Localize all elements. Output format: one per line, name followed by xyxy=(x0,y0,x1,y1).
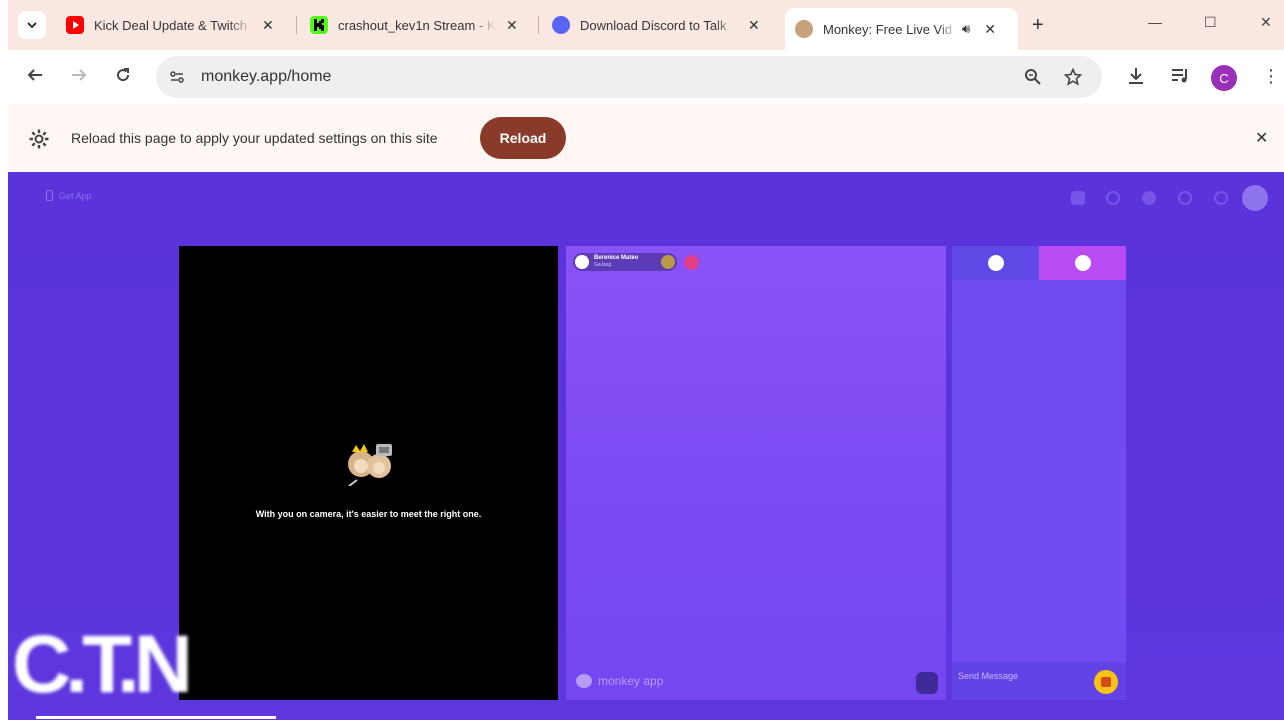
zoom-icon[interactable] xyxy=(1024,68,1042,91)
toolbar: monkey.app/home C ⋮ xyxy=(0,50,1284,104)
gift-icon xyxy=(1101,677,1111,687)
close-icon[interactable]: ✕ xyxy=(984,21,996,38)
chat-input-bar xyxy=(952,662,1126,700)
youtube-icon xyxy=(66,16,84,34)
left-edge-strip xyxy=(0,0,8,720)
chat-tab-icon xyxy=(1074,255,1091,271)
stranger-video-panel: Berenice Mateo Ga.laxg monkey app xyxy=(566,246,946,700)
search-icon[interactable] xyxy=(1106,191,1120,205)
reload-button[interactable] xyxy=(114,66,132,89)
minimize-icon[interactable]: — xyxy=(1148,14,1162,30)
brand-label: monkey app xyxy=(598,674,664,688)
shop-icon[interactable] xyxy=(1071,191,1085,205)
close-icon[interactable]: ✕ xyxy=(748,17,760,34)
tab-divider xyxy=(296,16,297,34)
tab-kick[interactable]: crashout_kev1n Stream - K ✕ xyxy=(310,8,518,42)
tab-chat-primary[interactable] xyxy=(952,246,1039,280)
more-menu-icon[interactable]: ⋮ xyxy=(1262,66,1280,87)
infobar-message: Reload this page to apply your updated s… xyxy=(71,130,438,146)
send-message-input[interactable] xyxy=(958,668,1088,684)
speaker-icon[interactable]: 🔊︎ xyxy=(962,21,970,37)
close-icon[interactable]: ✕ xyxy=(1255,128,1268,148)
close-icon[interactable]: ✕ xyxy=(262,17,274,34)
close-icon[interactable]: ✕ xyxy=(506,17,518,34)
self-camera-panel: With you on camera, it's easier to meet … xyxy=(179,246,558,700)
watermark-text: C.T.N xyxy=(12,619,193,710)
gift-button[interactable] xyxy=(1094,670,1118,694)
tab-chat-secondary[interactable] xyxy=(1039,246,1126,280)
user-avatar[interactable] xyxy=(1242,185,1268,211)
tab-title: Kick Deal Update & Twitch xyxy=(94,17,247,33)
window-close-icon[interactable]: ✕ xyxy=(1260,14,1272,31)
maximize-icon[interactable]: ☐ xyxy=(1204,14,1217,31)
tab-monkey[interactable]: Monkey: Free Live Vid 🔊︎ ✕ xyxy=(785,8,1018,50)
forward-button[interactable] xyxy=(70,66,88,89)
panel-action-button[interactable] xyxy=(916,672,938,694)
bookmark-star-icon[interactable] xyxy=(1063,67,1083,91)
downloads-icon[interactable] xyxy=(1126,66,1146,91)
tab-discord[interactable]: Download Discord to Talk ✕ xyxy=(552,8,760,42)
tab-title: Download Discord to Talk xyxy=(580,17,727,33)
bottom-progress-line xyxy=(36,716,276,719)
monkey-camera-illustration xyxy=(348,444,392,486)
kick-icon xyxy=(310,16,328,34)
chat-tabs xyxy=(952,246,1126,280)
url-text: monkey.app/home xyxy=(201,68,332,85)
new-tab-button[interactable]: + xyxy=(1032,14,1044,37)
refresh-icon xyxy=(117,68,130,82)
report-icon[interactable] xyxy=(684,255,699,270)
site-settings-icon[interactable] xyxy=(168,68,186,91)
heart-icon[interactable] xyxy=(661,255,675,269)
monkey-app-logo: monkey app xyxy=(576,674,663,688)
get-app-link[interactable]: Get App xyxy=(46,190,92,201)
stranger-status: Ga.laxg xyxy=(594,262,612,268)
profile-avatar[interactable]: C xyxy=(1211,65,1237,91)
stranger-avatar xyxy=(575,255,589,269)
get-app-label: Get App xyxy=(59,190,92,201)
tab-bar: Kick Deal Update & Twitch ✕ crashout_kev… xyxy=(0,0,1284,50)
monkey-logo-icon xyxy=(576,674,592,688)
tab-title: Monkey: Free Live Vid xyxy=(823,21,953,37)
stranger-name: Berenice Mateo xyxy=(594,255,639,261)
camera-message: With you on camera, it's easier to meet … xyxy=(255,509,482,519)
chevron-down-icon xyxy=(27,22,37,29)
chat-tab-icon xyxy=(987,255,1004,271)
history-icon[interactable] xyxy=(1178,191,1192,205)
tab-search-button[interactable] xyxy=(18,11,46,39)
reload-page-button[interactable]: Reload xyxy=(480,117,566,159)
chat-panel xyxy=(952,246,1126,700)
monkey-icon xyxy=(795,20,813,38)
back-arrow-icon xyxy=(27,69,42,81)
back-button[interactable] xyxy=(26,66,44,89)
forward-arrow-icon xyxy=(72,69,87,81)
address-bar[interactable]: monkey.app/home xyxy=(156,56,1102,98)
stranger-user-chip[interactable]: Berenice Mateo Ga.laxg xyxy=(573,253,677,271)
tab-youtube[interactable]: Kick Deal Update & Twitch ✕ xyxy=(66,8,274,42)
discord-icon xyxy=(552,16,570,34)
settings-icon[interactable] xyxy=(1214,191,1228,205)
tab-divider xyxy=(538,16,539,34)
phone-icon xyxy=(46,190,53,201)
reload-infobar: Reload this page to apply your updated s… xyxy=(0,104,1284,172)
media-control-icon[interactable] xyxy=(1170,66,1190,91)
watermark: C.T.N xyxy=(12,622,234,708)
gear-icon xyxy=(28,128,50,155)
coin-icon[interactable] xyxy=(1142,191,1156,205)
tab-title: crashout_kev1n Stream - K xyxy=(338,17,496,33)
